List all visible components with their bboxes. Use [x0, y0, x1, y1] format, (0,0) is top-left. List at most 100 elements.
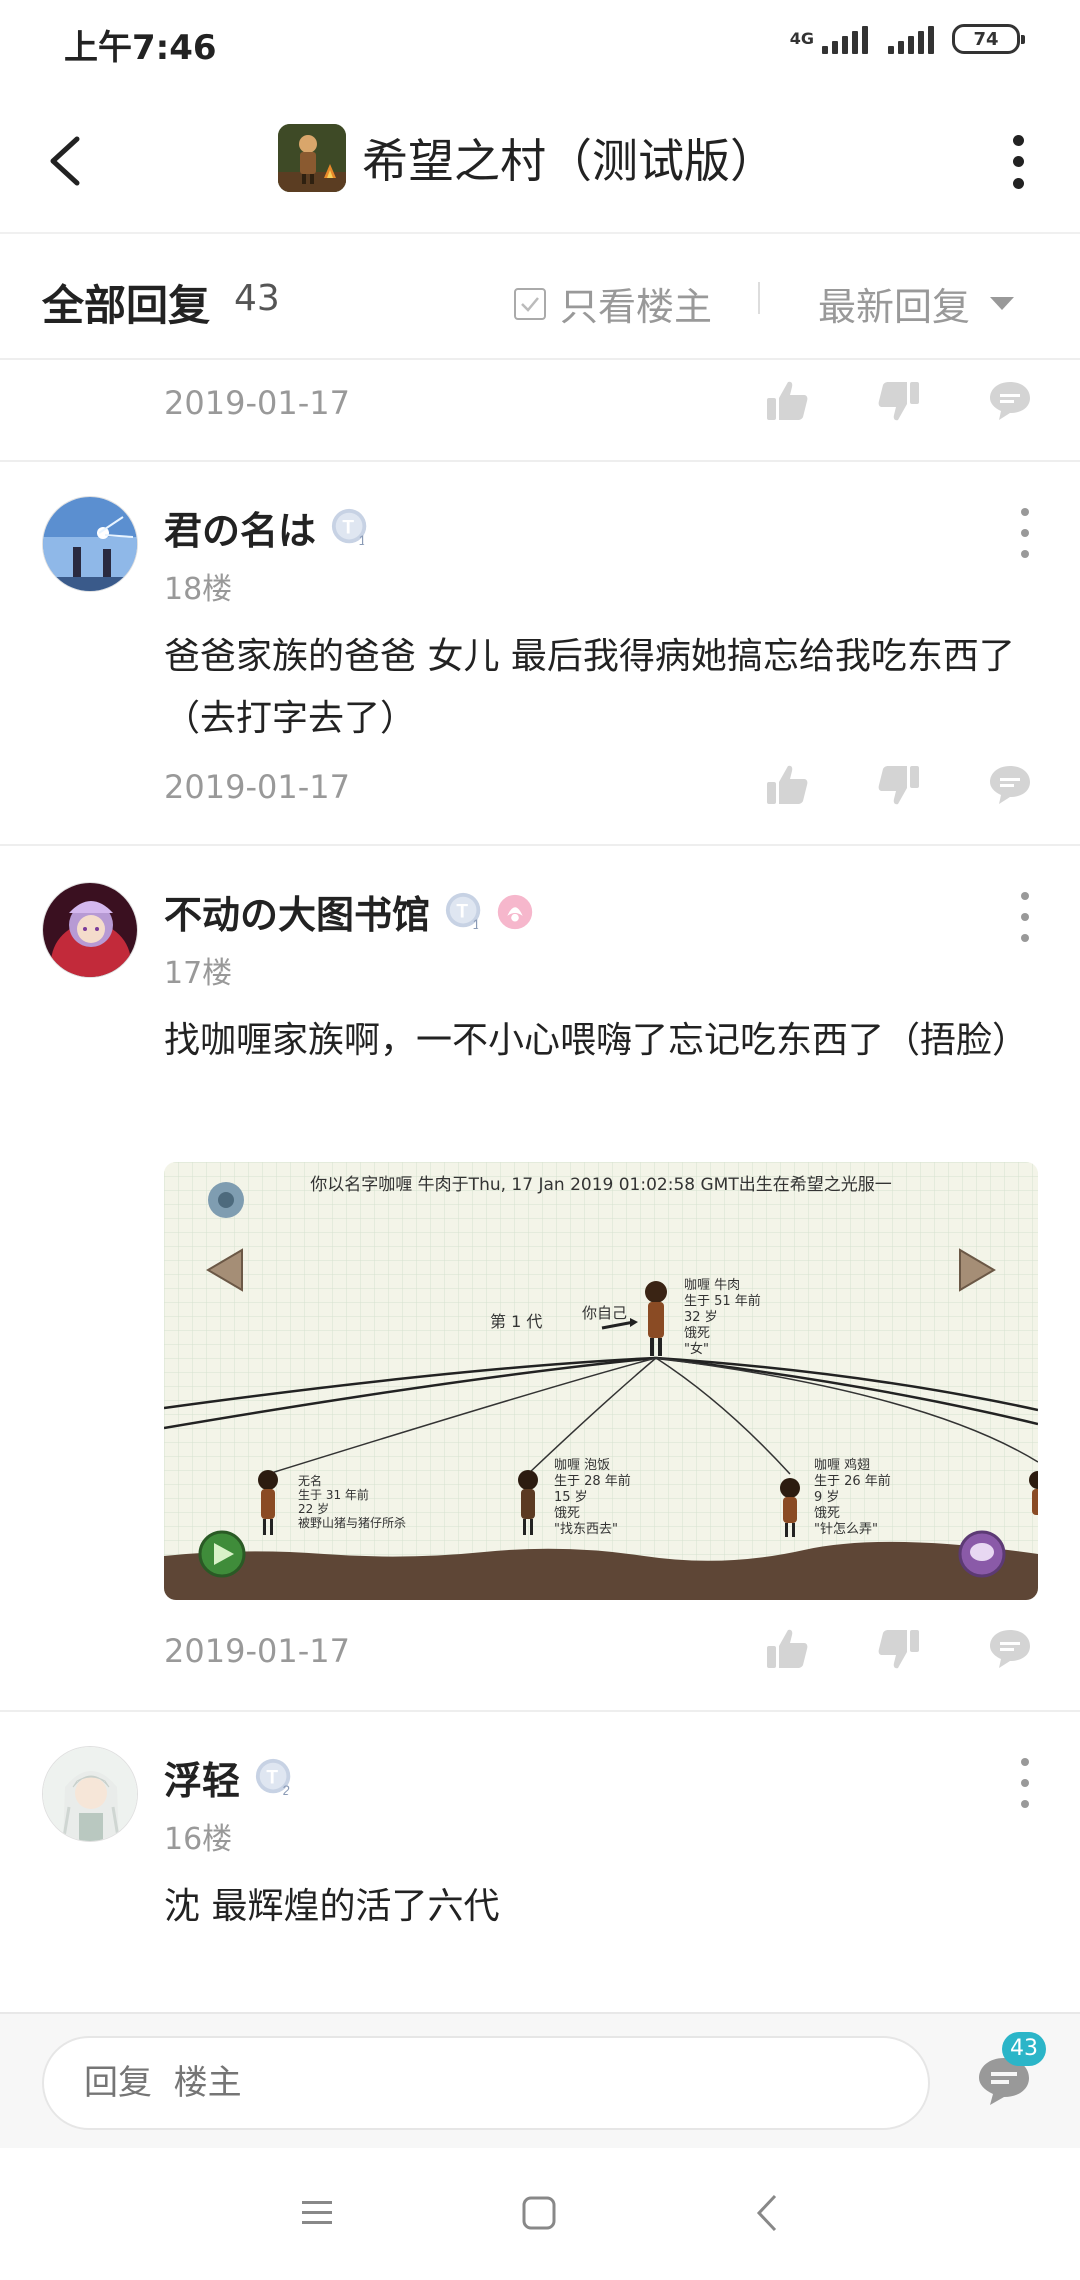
post-more-button[interactable]	[1010, 1758, 1040, 1808]
all-replies-label: 全部回复	[42, 281, 211, 330]
dislike-button[interactable]	[874, 376, 924, 426]
info-line: 被野山猪与猪仔所杀	[298, 1516, 407, 1530]
level-badge-icon: T1	[331, 508, 367, 548]
info-line: "找东西去"	[554, 1522, 618, 1537]
author-name[interactable]: 不动の大图书馆	[164, 884, 430, 939]
sort-label: 最新回复	[818, 285, 971, 329]
post-date: 2019-01-17	[164, 384, 350, 422]
info-line: 饿死	[814, 1506, 841, 1521]
network-type: 4G	[789, 29, 814, 48]
post-text: 爸爸家族的爸爸 女儿 最后我得病她搞忘给我吃东西了（去打字去了）	[164, 636, 1015, 739]
floor-number: 17楼	[164, 956, 233, 991]
info-line: 咖喱 牛肉	[684, 1278, 741, 1293]
info-line: 咖喱 泡饭	[554, 1458, 611, 1473]
comment-button[interactable]	[985, 760, 1035, 810]
reply-bar: 43	[0, 2012, 1080, 2148]
back-button[interactable]	[30, 126, 100, 196]
post-image[interactable]: 你以名字咖喱 牛肉于Thu, 17 Jan 2019 01:02:58 GMT出…	[164, 1162, 1038, 1600]
self-label: 你自己	[582, 1304, 628, 1322]
comment-icon	[990, 1630, 1030, 1668]
floor-number: 18楼	[164, 572, 233, 607]
like-button[interactable]	[762, 1624, 812, 1674]
more-options-button[interactable]	[996, 130, 1040, 194]
post-date: 2019-01-17	[164, 768, 350, 806]
thumbs-up-icon	[767, 381, 808, 420]
status-bar: 上午7:46 4G 74	[0, 0, 1080, 90]
level-badge-icon: T1	[445, 892, 481, 932]
avatar[interactable]	[42, 496, 138, 592]
page-title: 希望之村（测试版）	[362, 134, 776, 188]
like-button[interactable]	[762, 376, 812, 426]
reply-input[interactable]	[42, 2036, 930, 2130]
system-navigation-bar	[0, 2148, 1080, 2280]
game-icon	[278, 124, 346, 192]
self-info: 咖喱 牛肉 生于 51 年前 32 岁 饿死 "女"	[684, 1278, 761, 1358]
dislike-button[interactable]	[874, 760, 924, 810]
info-line: "女"	[684, 1342, 709, 1357]
post-date: 2019-01-17	[164, 1632, 350, 1670]
info-line: 9 岁	[814, 1490, 840, 1505]
system-back-button[interactable]	[742, 2188, 792, 2238]
author-row: 不动の大图书馆 T1	[164, 884, 536, 939]
reply-list[interactable]: 2019-01-17 君の名は T1 18楼 爸爸家族的爸爸 女儿 最后我得病她…	[0, 362, 1080, 2012]
author-row: 浮轻 T2	[164, 1750, 296, 1805]
back-arrow-icon	[50, 136, 80, 186]
like-button[interactable]	[762, 760, 812, 810]
signal-icon-2	[888, 24, 934, 54]
post-text: 沈 最辉煌的活了六代	[164, 1886, 500, 1927]
battery-icon: 74	[952, 24, 1025, 54]
nav-bar: 希望之村（测试版）	[0, 90, 1080, 234]
filter-bar: 全部回复 43 只看楼主 最新回复	[0, 236, 1080, 360]
info-line: 无名	[298, 1474, 323, 1488]
thumbs-up-icon	[767, 765, 808, 804]
svg-text:1: 1	[359, 533, 366, 548]
thumbs-down-icon	[878, 1630, 919, 1669]
author-name[interactable]: 君の名は	[164, 500, 316, 555]
thumbs-down-icon	[878, 766, 919, 805]
info-line: "针怎么弄"	[814, 1522, 878, 1537]
level-badge-icon: T2	[255, 1758, 291, 1798]
info-line: 饿死	[554, 1506, 581, 1521]
status-time: 上午7:46	[64, 28, 217, 68]
member-badge-icon	[497, 894, 533, 929]
home-button[interactable]	[514, 2188, 564, 2238]
thumbs-up-icon	[767, 1629, 808, 1668]
divider	[758, 282, 760, 314]
svg-text:1: 1	[473, 917, 480, 932]
comment-icon	[990, 766, 1030, 804]
info-line: 15 岁	[554, 1490, 588, 1505]
info-line: 生于 28 年前	[554, 1474, 631, 1489]
comment-button[interactable]	[985, 376, 1035, 426]
recent-apps-button[interactable]	[292, 2188, 342, 2238]
child-info: 咖喱 鸡翅 生于 26 年前 9 岁 饿死 "针怎么弄"	[814, 1458, 891, 1538]
battery-level: 74	[973, 28, 999, 50]
sort-dropdown[interactable]: 最新回复	[818, 276, 1015, 331]
only-op-label: 只看楼主	[560, 285, 713, 329]
caret-down-icon	[990, 297, 1015, 310]
child-info: 无名 生于 31 年前 22 岁 被野山猪与猪仔所杀	[298, 1474, 406, 1530]
forum-title[interactable]: 希望之村（测试版）	[278, 124, 776, 192]
child-info: 咖喱 泡饭 生于 28 年前 15 岁 饿死 "找东西去"	[554, 1458, 631, 1538]
avatar[interactable]	[42, 882, 138, 978]
author-name[interactable]: 浮轻	[164, 1750, 240, 1805]
reply-post: 君の名は T1 18楼 爸爸家族的爸爸 女儿 最后我得病她搞忘给我吃东西了（去打…	[0, 462, 1080, 746]
comment-icon	[990, 382, 1030, 420]
checkbox-icon	[514, 287, 546, 320]
post-more-button[interactable]	[1010, 508, 1040, 558]
avatar[interactable]	[42, 1746, 138, 1842]
info-line: 生于 31 年前	[298, 1488, 369, 1502]
info-line: 生于 51 年前	[684, 1294, 761, 1309]
post-text: 找咖喱家族啊，一不小心喂嗨了忘记吃东西了（捂脸）	[164, 1020, 1029, 1061]
comment-button[interactable]	[985, 1624, 1035, 1674]
svg-text:T: T	[266, 1767, 278, 1788]
thumbs-down-icon	[878, 382, 919, 421]
post-more-button[interactable]	[1010, 892, 1040, 942]
reply-post: 浮轻 T2 16楼 沈 最辉煌的活了六代	[0, 1712, 1080, 2012]
generation-label: 第 1 代	[490, 1312, 543, 1331]
signal-icon	[822, 24, 868, 54]
info-line: 22 岁	[298, 1502, 330, 1516]
dislike-button[interactable]	[874, 1624, 924, 1674]
only-op-toggle[interactable]: 只看楼主	[514, 276, 712, 331]
action-row: 2019-01-17	[0, 1610, 1080, 1690]
svg-text:2: 2	[283, 1783, 290, 1798]
